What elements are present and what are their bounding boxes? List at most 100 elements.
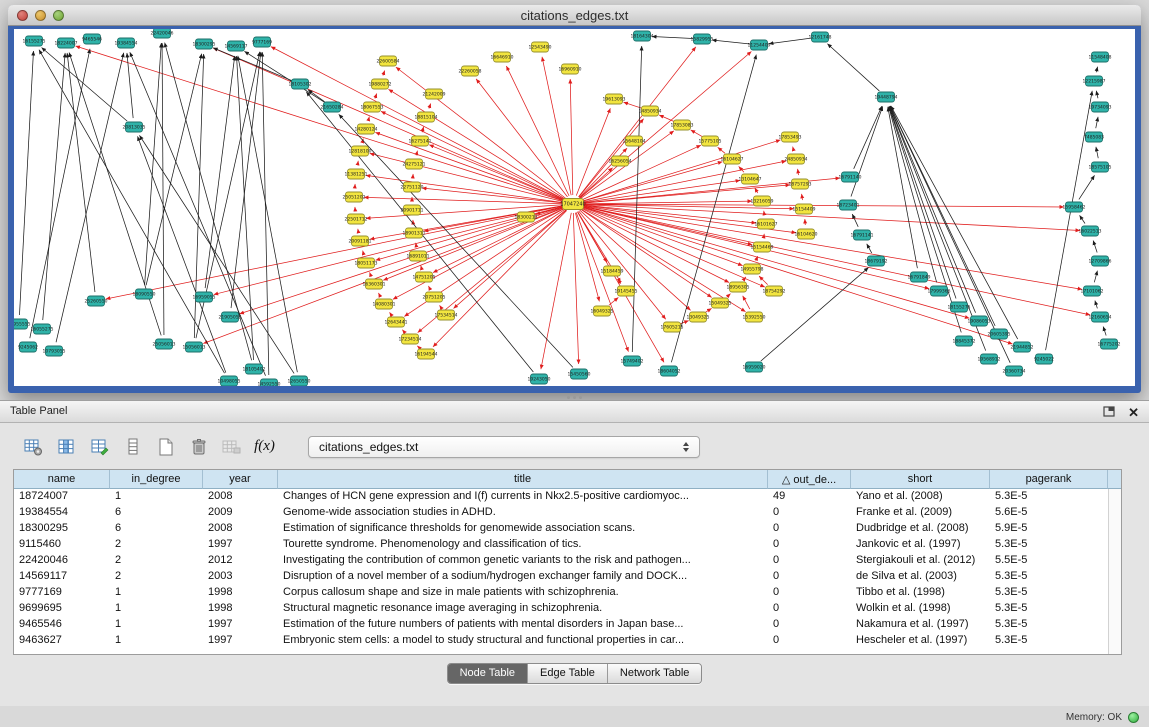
- network-edge[interactable]: [582, 140, 781, 201]
- network-node[interactable]: 18723401: [837, 200, 860, 210]
- cell-title[interactable]: Estimation of the future numbers of pati…: [278, 617, 768, 633]
- network-node[interactable]: 20901711: [401, 205, 424, 215]
- network-node[interactable]: 17234514: [399, 334, 422, 344]
- network-edge[interactable]: [1103, 326, 1106, 335]
- network-node[interactable]: 18300212: [515, 212, 538, 222]
- network-node[interactable]: 12709866: [1089, 256, 1112, 266]
- cell-pagerank[interactable]: 5.3E-5: [990, 537, 1108, 553]
- network-node[interactable]: 20751205: [423, 292, 446, 302]
- network-node[interactable]: 10793055: [43, 346, 66, 356]
- cell-in-degree[interactable]: 2: [110, 553, 203, 569]
- network-node[interactable]: 19384554: [115, 38, 138, 48]
- table-row[interactable]: 969969511998Structural magnetic resonanc…: [14, 601, 1121, 617]
- cell-out-degree[interactable]: 0: [768, 585, 851, 601]
- network-node[interactable]: 12650550: [288, 376, 311, 386]
- network-edge[interactable]: [764, 234, 765, 238]
- network-node[interactable]: 18300295: [193, 39, 216, 49]
- network-edge[interactable]: [358, 161, 359, 165]
- cell-title[interactable]: Changes of HCN gene expression and I(f) …: [278, 489, 768, 505]
- cell-year[interactable]: 2003: [203, 569, 278, 585]
- cell-in-degree[interactable]: 1: [110, 633, 203, 649]
- cell-in-degree[interactable]: 6: [110, 521, 203, 537]
- network-node[interactable]: 24850934: [785, 154, 808, 164]
- network-edge[interactable]: [851, 106, 883, 196]
- close-panel-icon[interactable]: ✕: [1128, 406, 1139, 420]
- network-edge[interactable]: [368, 117, 369, 121]
- network-edge[interactable]: [1080, 215, 1085, 223]
- cell-year[interactable]: 2008: [203, 489, 278, 505]
- network-node[interactable]: 25260550: [85, 296, 108, 306]
- network-node[interactable]: 22501712: [345, 214, 368, 224]
- network-edge[interactable]: [271, 47, 565, 200]
- network-node[interactable]: 18815104: [415, 112, 438, 122]
- network-edge[interactable]: [231, 52, 261, 308]
- cell-out-degree[interactable]: 0: [768, 537, 851, 553]
- network-edge[interactable]: [106, 206, 564, 299]
- network-edge[interactable]: [244, 51, 324, 102]
- network-edge[interactable]: [1096, 67, 1097, 73]
- network-node[interactable]: 15056013: [183, 342, 206, 352]
- float-panel-icon[interactable]: [1103, 404, 1116, 422]
- network-edge[interactable]: [127, 53, 133, 118]
- network-node[interactable]: 17101062: [1081, 286, 1104, 296]
- network-node[interactable]: 19568912: [978, 354, 1001, 364]
- cell-short[interactable]: Tibbo et al. (1998): [851, 585, 990, 601]
- network-node[interactable]: 18067553: [361, 102, 384, 112]
- tab-edge-table[interactable]: Edge Table: [527, 664, 607, 683]
- network-edge[interactable]: [76, 46, 565, 201]
- cell-title[interactable]: Structural magnetic resonance image aver…: [278, 601, 768, 617]
- cell-pagerank[interactable]: 5.3E-5: [990, 585, 1108, 601]
- network-edge[interactable]: [1096, 91, 1098, 98]
- column-header-year[interactable]: year: [203, 470, 278, 489]
- cell-name[interactable]: 9465546: [14, 617, 110, 633]
- network-node[interactable]: 16055275: [31, 324, 54, 334]
- cell-name[interactable]: 9699695: [14, 601, 110, 617]
- network-edge[interactable]: [852, 214, 858, 227]
- network-edge[interactable]: [213, 48, 565, 200]
- column-header-pagerank[interactable]: pagerank: [990, 470, 1108, 489]
- network-node[interactable]: 18051173: [355, 258, 378, 268]
- network-edge[interactable]: [890, 106, 986, 350]
- network-node[interactable]: 15049325: [709, 298, 732, 308]
- cell-short[interactable]: Nakamura et al. (1997): [851, 617, 990, 633]
- network-node[interactable]: 18224007: [55, 38, 78, 48]
- network-node[interactable]: 20605395: [988, 329, 1011, 339]
- cell-title[interactable]: Embryonic stem cells: a model to study s…: [278, 633, 768, 649]
- network-node[interactable]: 18575105: [1089, 162, 1112, 172]
- network-edge[interactable]: [396, 67, 566, 198]
- cell-name[interactable]: 18724007: [14, 489, 110, 505]
- network-edge[interactable]: [213, 48, 291, 81]
- network-edge[interactable]: [146, 54, 202, 286]
- network-edge[interactable]: [727, 294, 731, 297]
- cell-in-degree[interactable]: 2: [110, 569, 203, 585]
- network-node[interactable]: 17853083: [671, 120, 694, 130]
- network-edge[interactable]: [802, 194, 803, 200]
- cell-name[interactable]: 9115460: [14, 537, 110, 553]
- network-edge[interactable]: [1079, 175, 1095, 199]
- cell-out-degree[interactable]: 0: [768, 569, 851, 585]
- network-edge[interactable]: [769, 38, 811, 44]
- network-node[interactable]: 13216059: [751, 196, 774, 206]
- cell-name[interactable]: 9463627: [14, 633, 110, 649]
- cell-out-degree[interactable]: 49: [768, 489, 851, 505]
- network-node[interactable]: 14569117: [225, 41, 248, 51]
- network-edge[interactable]: [440, 305, 441, 307]
- network-node[interactable]: 10498055: [218, 376, 241, 386]
- network-node[interactable]: 19448794: [875, 92, 898, 102]
- network-node[interactable]: 18604052: [658, 366, 681, 376]
- column-header-short[interactable]: short: [851, 470, 990, 489]
- network-edge[interactable]: [417, 346, 419, 348]
- cell-out-degree[interactable]: 0: [768, 521, 851, 537]
- network-node[interactable]: 18956305: [727, 282, 750, 292]
- network-edge[interactable]: [370, 272, 371, 275]
- network-node[interactable]: 12161748: [809, 32, 832, 42]
- network-node[interactable]: 12160654: [1089, 312, 1112, 322]
- network-edge[interactable]: [570, 79, 573, 195]
- network-edge[interactable]: [580, 209, 711, 297]
- window-minimize-button[interactable]: [35, 10, 46, 21]
- network-node[interactable]: 16360301: [363, 279, 386, 289]
- table-mode-icon[interactable]: [20, 434, 47, 460]
- network-node[interactable]: 13049325: [687, 312, 710, 322]
- network-node[interactable]: 25056013: [153, 339, 176, 349]
- network-edge[interactable]: [363, 251, 364, 255]
